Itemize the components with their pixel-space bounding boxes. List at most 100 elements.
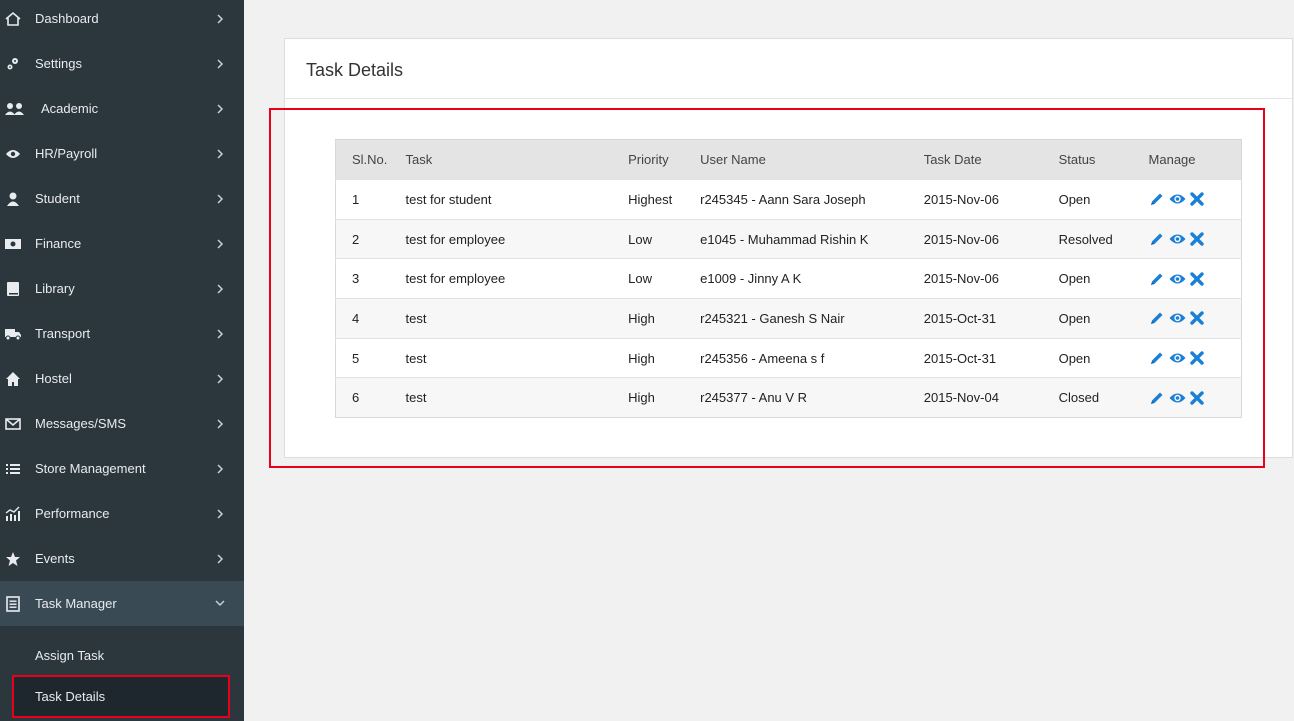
- table-row: 3 test for employee Low e1009 - Jinny A K 20…: [335, 258, 1242, 299]
- sidebar-subitem-assign-task[interactable]: Assign Task: [0, 635, 244, 675]
- cell-task-date: 2015-Nov-06: [907, 258, 1043, 299]
- delete-icon[interactable]: [1189, 270, 1206, 287]
- cell-task: test for employee: [389, 218, 613, 259]
- cell-slno: 2: [335, 218, 390, 259]
- gears-icon: [4, 55, 22, 73]
- chevron-right-icon: [215, 193, 225, 204]
- sidebar-item-events[interactable]: Events: [0, 536, 244, 581]
- sidebar-item-store-management[interactable]: Store Management: [0, 446, 244, 491]
- cell-user-name: r245377 - Anu V R: [684, 377, 908, 419]
- sidebar-item-label: HR/Payroll: [35, 146, 98, 161]
- panel-divider: [285, 98, 1292, 99]
- table-row: 1 test for student Highest r245345 - Aann S…: [335, 179, 1242, 220]
- table-row: 2 test for employee Low e1045 - Muhammad Ri…: [335, 218, 1242, 259]
- delete-icon[interactable]: [1189, 389, 1206, 406]
- row-actions: [1149, 191, 1241, 208]
- cell-status: Open: [1042, 258, 1133, 299]
- cell-task: test: [389, 298, 613, 339]
- sidebar-item-library[interactable]: Library: [0, 266, 244, 311]
- cell-priority: High: [612, 337, 685, 378]
- sidebar-item-label: Task Manager: [35, 596, 117, 611]
- chevron-down-icon: [215, 599, 225, 609]
- cell-status: Closed: [1042, 377, 1133, 419]
- cell-task-date: 2015-Nov-04: [907, 377, 1043, 419]
- sidebar-item-performance[interactable]: Performance: [0, 491, 244, 536]
- sidebar-item-finance[interactable]: Finance: [0, 221, 244, 266]
- cell-task-date: 2015-Nov-06: [907, 179, 1043, 220]
- table-row: 6 test High r245377 - Anu V R 2015-Nov-04 Clo…: [335, 377, 1242, 419]
- sidebar-item-dashboard[interactable]: Dashboard: [0, 0, 244, 41]
- chevron-right-icon: [215, 328, 225, 339]
- chevron-right-icon: [215, 508, 225, 519]
- edit-icon[interactable]: [1149, 191, 1166, 208]
- sidebar-item-hr-payroll[interactable]: HR/Payroll: [0, 131, 244, 176]
- column-header-priority: Priority: [612, 139, 685, 180]
- view-icon[interactable]: [1169, 350, 1186, 367]
- home-icon: [4, 370, 22, 388]
- column-header-task: Task: [389, 139, 613, 180]
- sidebar-item-student[interactable]: Student: [0, 176, 244, 221]
- sidebar-item-hostel[interactable]: Hostel: [0, 356, 244, 401]
- delete-icon[interactable]: [1189, 191, 1206, 208]
- eye-icon: [4, 145, 22, 163]
- sidebar-item-label: Dashboard: [35, 11, 99, 26]
- cell-status: Resolved: [1042, 218, 1133, 259]
- edit-icon[interactable]: [1149, 350, 1166, 367]
- cell-status: Open: [1042, 298, 1133, 339]
- sidebar-item-label: Performance: [35, 506, 110, 521]
- cell-manage: [1132, 179, 1242, 220]
- cell-priority: Low: [612, 258, 685, 299]
- sidebar-item-label: Hostel: [35, 371, 72, 386]
- cell-task: test for student: [389, 179, 613, 220]
- cell-task: test for employee: [389, 258, 613, 299]
- sidebar-subitem-label: Assign Task: [35, 647, 105, 663]
- view-icon[interactable]: [1169, 310, 1186, 327]
- cell-user-name: e1009 - Jinny A K: [684, 258, 908, 299]
- sidebar-item-label: Messages/SMS: [35, 416, 127, 431]
- view-icon[interactable]: [1169, 270, 1186, 287]
- column-header-slno: Sl.No.: [335, 139, 390, 180]
- sidebar-item-label: Student: [35, 191, 80, 206]
- edit-icon[interactable]: [1149, 270, 1166, 287]
- cell-priority: High: [612, 298, 685, 339]
- edit-icon[interactable]: [1149, 231, 1166, 248]
- home-icon: [4, 10, 22, 28]
- table-row: 5 test High r245356 - Ameena s f 2015-Oct-31…: [335, 337, 1242, 378]
- chevron-right-icon: [215, 103, 225, 114]
- row-actions: [1149, 350, 1241, 367]
- cell-task-date: 2015-Oct-31: [907, 298, 1043, 339]
- sidebar-item-transport[interactable]: Transport: [0, 311, 244, 356]
- cell-task-date: 2015-Oct-31: [907, 337, 1043, 378]
- cell-priority: Highest: [612, 179, 685, 220]
- view-icon[interactable]: [1169, 191, 1186, 208]
- sidebar-item-settings[interactable]: Settings: [0, 41, 244, 86]
- sidebar-item-messages[interactable]: Messages/SMS: [0, 401, 244, 446]
- sidebar-subitem-task-details[interactable]: Task Details: [0, 676, 244, 716]
- sidebar-item-task-manager[interactable]: Task Manager: [0, 581, 244, 626]
- delete-icon[interactable]: [1189, 350, 1206, 367]
- chevron-right-icon: [215, 148, 225, 159]
- chevron-right-icon: [215, 283, 225, 294]
- panel-title: Task Details: [306, 60, 404, 80]
- delete-icon[interactable]: [1189, 231, 1206, 248]
- cell-task-date: 2015-Nov-06: [907, 218, 1043, 259]
- chevron-right-icon: [215, 373, 225, 384]
- chevron-right-icon: [215, 13, 225, 24]
- cell-priority: Low: [612, 218, 685, 259]
- delete-icon[interactable]: [1189, 310, 1206, 327]
- column-header-manage: Manage: [1132, 139, 1242, 180]
- edit-icon[interactable]: [1149, 389, 1166, 406]
- view-icon[interactable]: [1169, 389, 1186, 406]
- document-icon: [4, 595, 22, 613]
- sidebar-item-academic[interactable]: Academic: [0, 86, 244, 131]
- edit-icon[interactable]: [1149, 310, 1166, 327]
- cell-priority: High: [612, 377, 685, 419]
- row-actions: [1149, 389, 1241, 406]
- cell-slno: 3: [335, 258, 390, 299]
- chevron-right-icon: [215, 238, 225, 249]
- list-icon: [4, 460, 22, 478]
- cell-task: test: [389, 337, 613, 378]
- envelope-icon: [4, 415, 22, 433]
- view-icon[interactable]: [1169, 231, 1186, 248]
- cell-manage: [1132, 377, 1242, 419]
